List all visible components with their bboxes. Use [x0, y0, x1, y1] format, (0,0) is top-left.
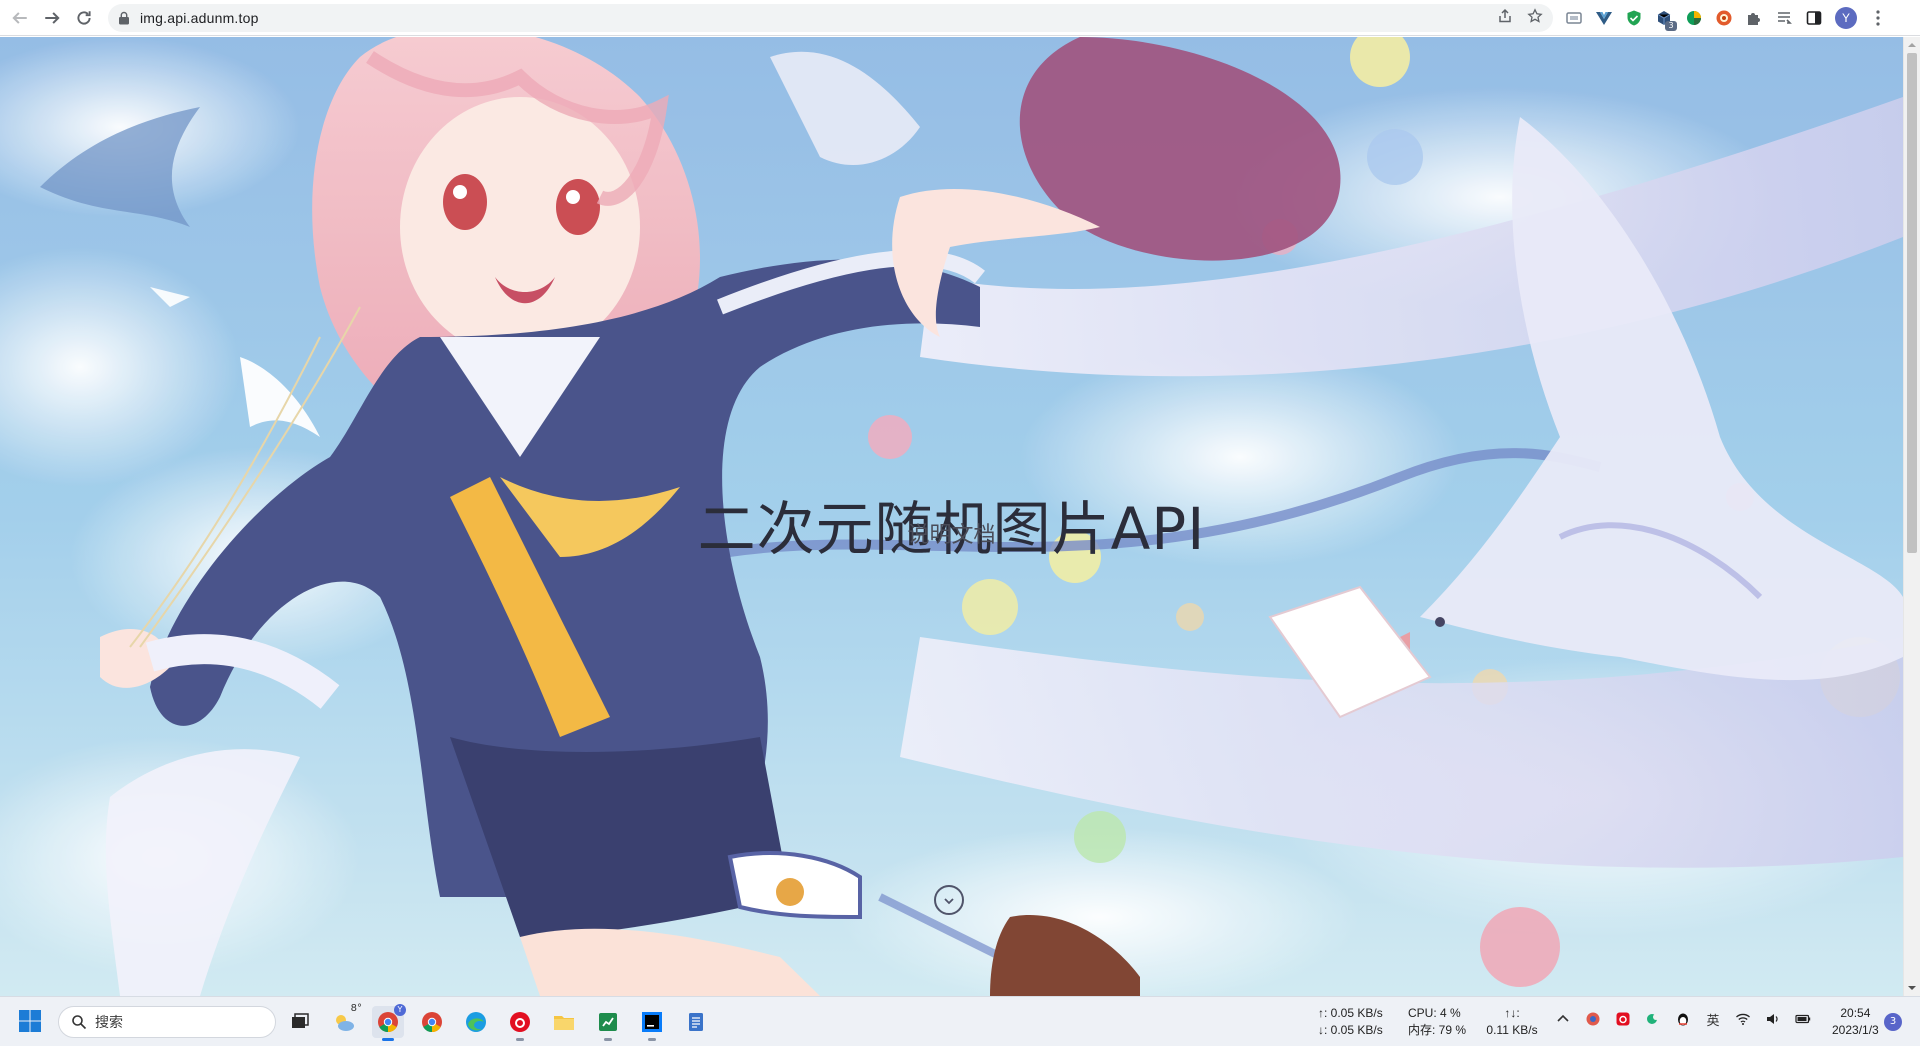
- documentation-link[interactable]: 说明文档: [0, 517, 1903, 549]
- scroll-down-arrow-icon[interactable]: [1908, 984, 1916, 992]
- taskbar-notepad[interactable]: [680, 1006, 712, 1038]
- taskbar-chrome[interactable]: [416, 1006, 448, 1038]
- check-chevron-icon: [944, 898, 954, 905]
- netease-music-icon: [510, 1012, 530, 1032]
- arrow-right-icon: [45, 11, 60, 24]
- show-hidden-icons-chevron-icon[interactable]: [1554, 1010, 1572, 1028]
- tray-green-app-icon[interactable]: [1644, 1010, 1662, 1028]
- reload-icon: [77, 10, 91, 24]
- taskbar-webstorm[interactable]: [636, 1006, 668, 1041]
- folder-icon: [554, 1016, 574, 1030]
- net-up: ↑: 0.05 KB/s: [1318, 1006, 1383, 1020]
- notification-center-badge[interactable]: 3: [1884, 1013, 1902, 1031]
- cube-extension-icon[interactable]: 3: [1655, 9, 1677, 31]
- cpu-usage: CPU: 4 %: [1408, 1006, 1461, 1020]
- search-icon: [72, 1015, 87, 1030]
- windows-logo-icon: [19, 1010, 41, 1032]
- taskbar-netease-music[interactable]: [504, 1006, 536, 1041]
- tray-netease-icon[interactable]: [1614, 1010, 1632, 1028]
- memory-usage: 内存: 79 %: [1408, 1023, 1467, 1037]
- vue-devtools-extension-icon[interactable]: [1595, 9, 1613, 27]
- task-view-button[interactable]: [284, 1006, 316, 1038]
- profile-avatar[interactable]: Y: [1835, 7, 1857, 29]
- edge-icon: [466, 1012, 486, 1032]
- screen-capture-extension-icon[interactable]: [1565, 9, 1583, 27]
- taskbar: 搜索 8° Y ↑: 0.05 KB/s ↓: 0.05 KB/s CPU: 4…: [0, 996, 1920, 1046]
- fox-extension-icon[interactable]: [1715, 9, 1733, 27]
- clock-date: 2023/1/3: [1832, 1023, 1879, 1037]
- volume-icon[interactable]: [1764, 1010, 1782, 1028]
- net-down: ↓: 0.05 KB/s: [1318, 1023, 1383, 1037]
- reload-button[interactable]: [68, 2, 100, 34]
- scroll-down-button[interactable]: [934, 885, 964, 915]
- weather-widget[interactable]: 8°: [328, 1003, 362, 1038]
- chrome-icon: [422, 1012, 442, 1033]
- clock-time: 20:54: [1840, 1006, 1871, 1020]
- disk-io: ↑↓: 0.11 KB/s: [1482, 1005, 1542, 1039]
- io-speed: 0.11 KB/s: [1486, 1023, 1538, 1037]
- spreadsheet-icon: [599, 1013, 617, 1031]
- resource-usage: CPU: 4 % 内存: 79 %: [1408, 1005, 1466, 1039]
- input-method-indicator[interactable]: 英: [1704, 1010, 1722, 1029]
- running-indicator: [648, 1038, 656, 1041]
- battery-icon[interactable]: [1794, 1010, 1812, 1028]
- kebab-menu-icon[interactable]: [1869, 9, 1887, 27]
- address-bar[interactable]: img.api.adunm.top: [108, 4, 1553, 32]
- taskbar-chrome-active[interactable]: Y: [372, 1004, 406, 1041]
- chrome-profile-badge: Y: [394, 1004, 406, 1016]
- io-arrows: ↑↓:: [1504, 1006, 1520, 1020]
- bookmark-star-icon[interactable]: [1527, 8, 1543, 24]
- notepad-icon: [689, 1013, 703, 1031]
- reading-list-icon[interactable]: [1775, 9, 1793, 27]
- vertical-scrollbar[interactable]: [1903, 37, 1920, 996]
- running-indicator: [604, 1038, 612, 1041]
- puzzle-extensions-icon[interactable]: [1745, 9, 1763, 27]
- forward-button[interactable]: [36, 2, 68, 34]
- taskbar-file-explorer[interactable]: [548, 1006, 580, 1038]
- arrow-left-icon: [12, 11, 27, 24]
- webstorm-icon: [642, 1012, 662, 1032]
- shield-extension-icon[interactable]: [1625, 9, 1643, 27]
- page-viewport: 二次元随机图片API 说明文档: [0, 37, 1903, 996]
- pinned-apps: 8° Y: [284, 1003, 712, 1041]
- start-button[interactable]: [18, 1009, 44, 1035]
- taskbar-clock[interactable]: 20:54 2023/1/3: [1832, 1005, 1879, 1039]
- colorful-extension-icon[interactable]: [1685, 9, 1703, 27]
- network-speed: ↑: 0.05 KB/s ↓: 0.05 KB/s: [1318, 1005, 1383, 1039]
- extensions-row: 3 Y: [1565, 4, 1887, 32]
- running-indicator: [516, 1038, 524, 1041]
- tray-qq-penguin-icon[interactable]: [1674, 1010, 1692, 1028]
- running-indicator: [382, 1038, 394, 1041]
- scroll-up-arrow-icon[interactable]: [1908, 41, 1916, 49]
- extension-badge: 3: [1665, 21, 1677, 31]
- weather-temp: 8°: [350, 1003, 362, 1014]
- taskbar-edge[interactable]: [460, 1006, 492, 1038]
- browser-toolbar: img.api.adunm.top 3 Y: [0, 0, 1920, 36]
- share-icon[interactable]: [1497, 8, 1513, 24]
- wifi-icon[interactable]: [1734, 1010, 1752, 1028]
- taskbar-chart-app[interactable]: [592, 1006, 624, 1041]
- tray-app-red-icon[interactable]: [1584, 1010, 1602, 1028]
- side-panel-icon[interactable]: [1805, 9, 1823, 27]
- url-text[interactable]: img.api.adunm.top: [140, 10, 259, 26]
- system-tray: 英: [1554, 1010, 1812, 1029]
- task-view-icon: [292, 1013, 309, 1028]
- search-placeholder: 搜索: [95, 1015, 123, 1031]
- scrollbar-thumb[interactable]: [1907, 53, 1917, 553]
- back-button[interactable]: [4, 2, 36, 34]
- lock-icon[interactable]: [118, 11, 130, 25]
- taskbar-search[interactable]: 搜索: [58, 1006, 276, 1038]
